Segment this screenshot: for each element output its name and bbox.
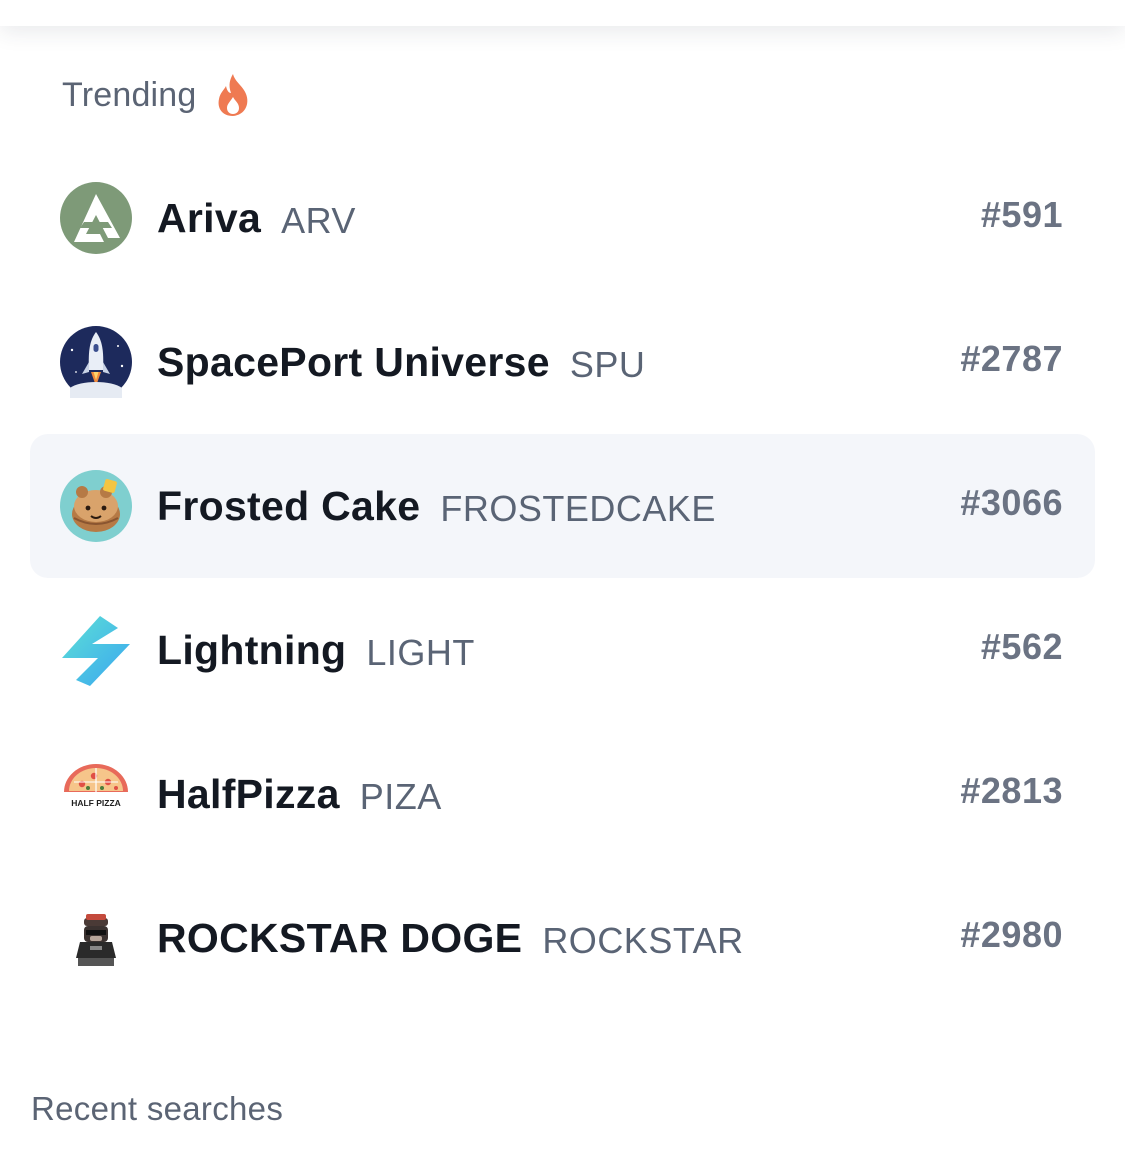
- coin-rank-container: #2980: [960, 866, 1063, 1010]
- coin-rank: #2813: [960, 770, 1063, 811]
- coin-name: HalfPizza: [157, 770, 340, 817]
- coin-rank-container: #3066: [960, 434, 1063, 578]
- coin-symbol: SPU: [569, 344, 646, 385]
- fire-icon: [218, 74, 247, 116]
- ariva-logo-icon: [60, 182, 132, 254]
- halfpizza-logo-text: HALF PIZZA: [71, 798, 121, 808]
- trending-list: Ariva ARV #591 SpacePort Universe SPU #2…: [30, 146, 1095, 1010]
- coin-text-ariva: Ariva ARV: [157, 146, 356, 290]
- trending-header: Trending: [62, 70, 251, 120]
- coin-name: Ariva: [157, 194, 262, 241]
- coin-rank: #2787: [960, 338, 1063, 379]
- coin-symbol: ROCKSTAR: [542, 920, 744, 961]
- coin-symbol: PIZA: [359, 776, 442, 817]
- coin-rank-container: #562: [981, 578, 1063, 722]
- trending-item-lightning[interactable]: Lightning LIGHT #562: [30, 578, 1095, 722]
- trending-title: Trending: [62, 75, 197, 114]
- halfpizza-logo-icon: HALF PIZZA: [64, 764, 128, 808]
- recent-searches-title: Recent searches: [31, 1090, 284, 1127]
- lightning-logo-icon: [62, 616, 130, 686]
- coin-symbol: LIGHT: [366, 632, 475, 673]
- coin-rank: #2980: [960, 914, 1063, 955]
- coin-symbol: ARV: [281, 200, 356, 241]
- trending-item-halfpizza[interactable]: HALF PIZZA HalfPizza PIZA #2813: [30, 722, 1095, 866]
- coin-name: Lightning: [157, 626, 347, 673]
- coin-rank: #3066: [960, 482, 1063, 523]
- coin-rank: #591: [980, 194, 1063, 235]
- coin-rank: #562: [980, 626, 1063, 667]
- coin-name: Frosted Cake: [157, 482, 421, 529]
- trending-item-ariva[interactable]: Ariva ARV #591: [30, 146, 1095, 290]
- coin-name: SpacePort Universe: [157, 338, 550, 385]
- search-dropdown-page: Trending Ariva ARV #591 SpacePort Univer…: [0, 0, 1125, 1166]
- trending-item-rockstar-doge[interactable]: ROCKSTAR DOGE ROCKSTAR #2980: [30, 866, 1095, 1010]
- coin-symbol: FROSTEDCAKE: [440, 488, 716, 529]
- coin-rank-container: #2813: [960, 722, 1063, 866]
- coin-text-rockstar-doge: ROCKSTAR DOGE ROCKSTAR: [157, 866, 744, 1010]
- coin-name: ROCKSTAR DOGE: [157, 914, 523, 961]
- coin-text-spaceport: SpacePort Universe SPU: [157, 290, 645, 434]
- spaceport-logo-icon: [60, 326, 132, 398]
- coin-rank-container: #2787: [960, 290, 1063, 434]
- coin-text-halfpizza: HalfPizza PIZA: [157, 722, 442, 866]
- coin-text-lightning: Lightning LIGHT: [157, 578, 475, 722]
- coin-text-frosted-cake: Frosted Cake FROSTEDCAKE: [157, 434, 716, 578]
- rockstar-doge-logo-icon: [76, 914, 116, 966]
- coin-rank-container: #591: [981, 146, 1063, 290]
- search-bar-shadow: [0, 0, 1125, 26]
- trending-item-frosted-cake[interactable]: Frosted Cake FROSTEDCAKE #3066: [30, 434, 1095, 578]
- frosted-cake-logo-icon: [60, 470, 132, 542]
- trending-item-spaceport-universe[interactable]: SpacePort Universe SPU #2787: [30, 290, 1095, 434]
